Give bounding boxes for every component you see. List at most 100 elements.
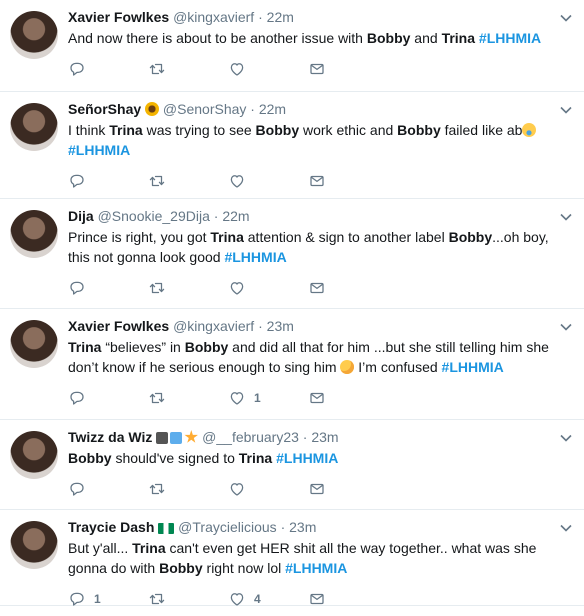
tweet[interactable]: Xavier Fowlkes @kingxavierf · 23m Trina “…: [0, 309, 584, 420]
user-handle[interactable]: @kingxavierf: [173, 318, 254, 334]
tweet-text: Bobby should've signed to Trina #LHHMIA: [68, 448, 568, 468]
keyword-highlight: Trina: [109, 122, 143, 138]
like-button[interactable]: [228, 60, 308, 78]
timestamp[interactable]: 23m: [311, 429, 338, 445]
retweet-icon: [149, 63, 165, 75]
message-button[interactable]: [308, 389, 388, 407]
reply-icon: [70, 482, 84, 496]
retweet-button[interactable]: [148, 590, 228, 608]
message-button[interactable]: [308, 172, 388, 190]
like-count: 4: [254, 592, 261, 606]
keyword-highlight: Bobby: [184, 339, 229, 355]
reply-button[interactable]: [68, 172, 148, 190]
hashtag-link[interactable]: #LHHMIA: [68, 142, 130, 158]
avatar[interactable]: [10, 11, 58, 59]
heart-icon: [230, 63, 244, 76]
text-segment: right now lol: [202, 560, 286, 576]
reply-button[interactable]: [68, 279, 148, 297]
display-name[interactable]: Traycie Dash: [68, 519, 154, 535]
tweet-header: Xavier Fowlkes @kingxavierf · 23m: [68, 317, 568, 335]
thinking-face-emoji: [340, 359, 355, 375]
tweet[interactable]: Twizz da Wiz @__february23 · 23m Bobby sh…: [0, 420, 584, 510]
text-segment: But y'all...: [68, 540, 133, 556]
tweet[interactable]: Xavier Fowlkes @kingxavierf · 22m And now…: [0, 0, 584, 92]
separator-dot: ·: [213, 208, 219, 224]
user-handle[interactable]: @Traycielicious: [178, 519, 277, 535]
user-handle[interactable]: @__february23: [202, 429, 299, 445]
keyword-highlight: Trina: [210, 229, 244, 245]
heart-icon: [230, 392, 244, 405]
like-button[interactable]: [228, 172, 308, 190]
chevron-down-icon[interactable]: [560, 434, 572, 442]
tweet-text: But y'all... Trina can't even get HER sh…: [68, 538, 568, 578]
chevron-down-icon[interactable]: [560, 323, 572, 331]
keyword-highlight: Bobby: [255, 122, 300, 138]
display-name[interactable]: Twizz da Wiz: [68, 429, 152, 445]
direct-message-icon: [310, 392, 324, 404]
display-name[interactable]: Xavier Fowlkes: [68, 318, 169, 334]
tweet-text: Prince is right, you got Trina attention…: [68, 227, 568, 267]
message-button[interactable]: [308, 590, 388, 608]
tweet[interactable]: Dija @Snookie_29Dija · 22m Prince is righ…: [0, 199, 584, 309]
avatar[interactable]: [10, 210, 58, 258]
chevron-down-icon[interactable]: [560, 106, 572, 114]
direct-message-icon: [310, 282, 324, 294]
avatar[interactable]: [10, 521, 58, 569]
text-segment: was trying to see: [142, 122, 256, 138]
message-button[interactable]: [308, 279, 388, 297]
tweet[interactable]: SeñorShay @SenorShay · 22m I think Trina …: [0, 92, 584, 199]
tweet-text: Trina “believes” in Bobby and did all th…: [68, 337, 568, 377]
timestamp[interactable]: 23m: [289, 519, 316, 535]
hashtag-link[interactable]: #LHHMIA: [479, 30, 541, 46]
text-segment: and: [410, 30, 442, 46]
user-handle[interactable]: @kingxavierf: [173, 9, 254, 25]
text-segment: failed like ab: [440, 122, 523, 138]
reply-count: 1: [94, 592, 101, 606]
text-segment: “believes” in: [101, 339, 185, 355]
direct-message-icon: [310, 63, 324, 75]
like-button[interactable]: [228, 480, 308, 498]
message-button[interactable]: [308, 60, 388, 78]
hashtag-link[interactable]: #LHHMIA: [276, 450, 338, 466]
direct-message-icon: [310, 483, 324, 495]
hashtag-link[interactable]: #LHHMIA: [285, 560, 347, 576]
avatar[interactable]: [10, 431, 58, 479]
chevron-down-icon[interactable]: [560, 213, 572, 221]
user-handle[interactable]: @SenorShay: [163, 101, 246, 117]
timestamp[interactable]: 22m: [222, 208, 249, 224]
timestamp[interactable]: 23m: [267, 318, 294, 334]
retweet-button[interactable]: [148, 279, 228, 297]
heart-icon: [230, 593, 244, 606]
reply-button[interactable]: [68, 60, 148, 78]
avatar[interactable]: [10, 320, 58, 368]
timestamp[interactable]: 22m: [259, 101, 286, 117]
display-name[interactable]: Dija: [68, 208, 94, 224]
chevron-down-icon[interactable]: [560, 524, 572, 532]
tweet-header: Traycie Dash @Traycielicious · 23m: [68, 518, 568, 536]
tweet-header: Twizz da Wiz @__february23 · 23m: [68, 428, 568, 446]
user-handle[interactable]: @Snookie_29Dija: [98, 208, 210, 224]
hashtag-link[interactable]: #LHHMIA: [442, 359, 504, 375]
reply-button[interactable]: [68, 480, 148, 498]
tweet-actions: [68, 271, 568, 305]
retweet-button[interactable]: [148, 389, 228, 407]
message-button[interactable]: [308, 480, 388, 498]
timestamp[interactable]: 22m: [267, 9, 294, 25]
hashtag-link[interactable]: #LHHMIA: [224, 249, 286, 265]
display-name[interactable]: Xavier Fowlkes: [68, 9, 169, 25]
direct-message-icon: [310, 593, 324, 605]
like-button[interactable]: 4: [228, 590, 308, 608]
reply-button[interactable]: 1: [68, 590, 148, 608]
like-button[interactable]: [228, 279, 308, 297]
retweet-button[interactable]: [148, 60, 228, 78]
retweet-button[interactable]: [148, 172, 228, 190]
reply-button[interactable]: [68, 389, 148, 407]
tweet[interactable]: Traycie Dash @Traycielicious · 23m But y'…: [0, 510, 584, 606]
display-name[interactable]: SeñorShay: [68, 101, 141, 117]
reply-icon: [70, 391, 84, 405]
chevron-down-icon[interactable]: [560, 14, 572, 22]
avatar[interactable]: [10, 103, 58, 151]
separator-dot: ·: [280, 519, 286, 535]
like-button[interactable]: 1: [228, 389, 308, 407]
retweet-button[interactable]: [148, 480, 228, 498]
